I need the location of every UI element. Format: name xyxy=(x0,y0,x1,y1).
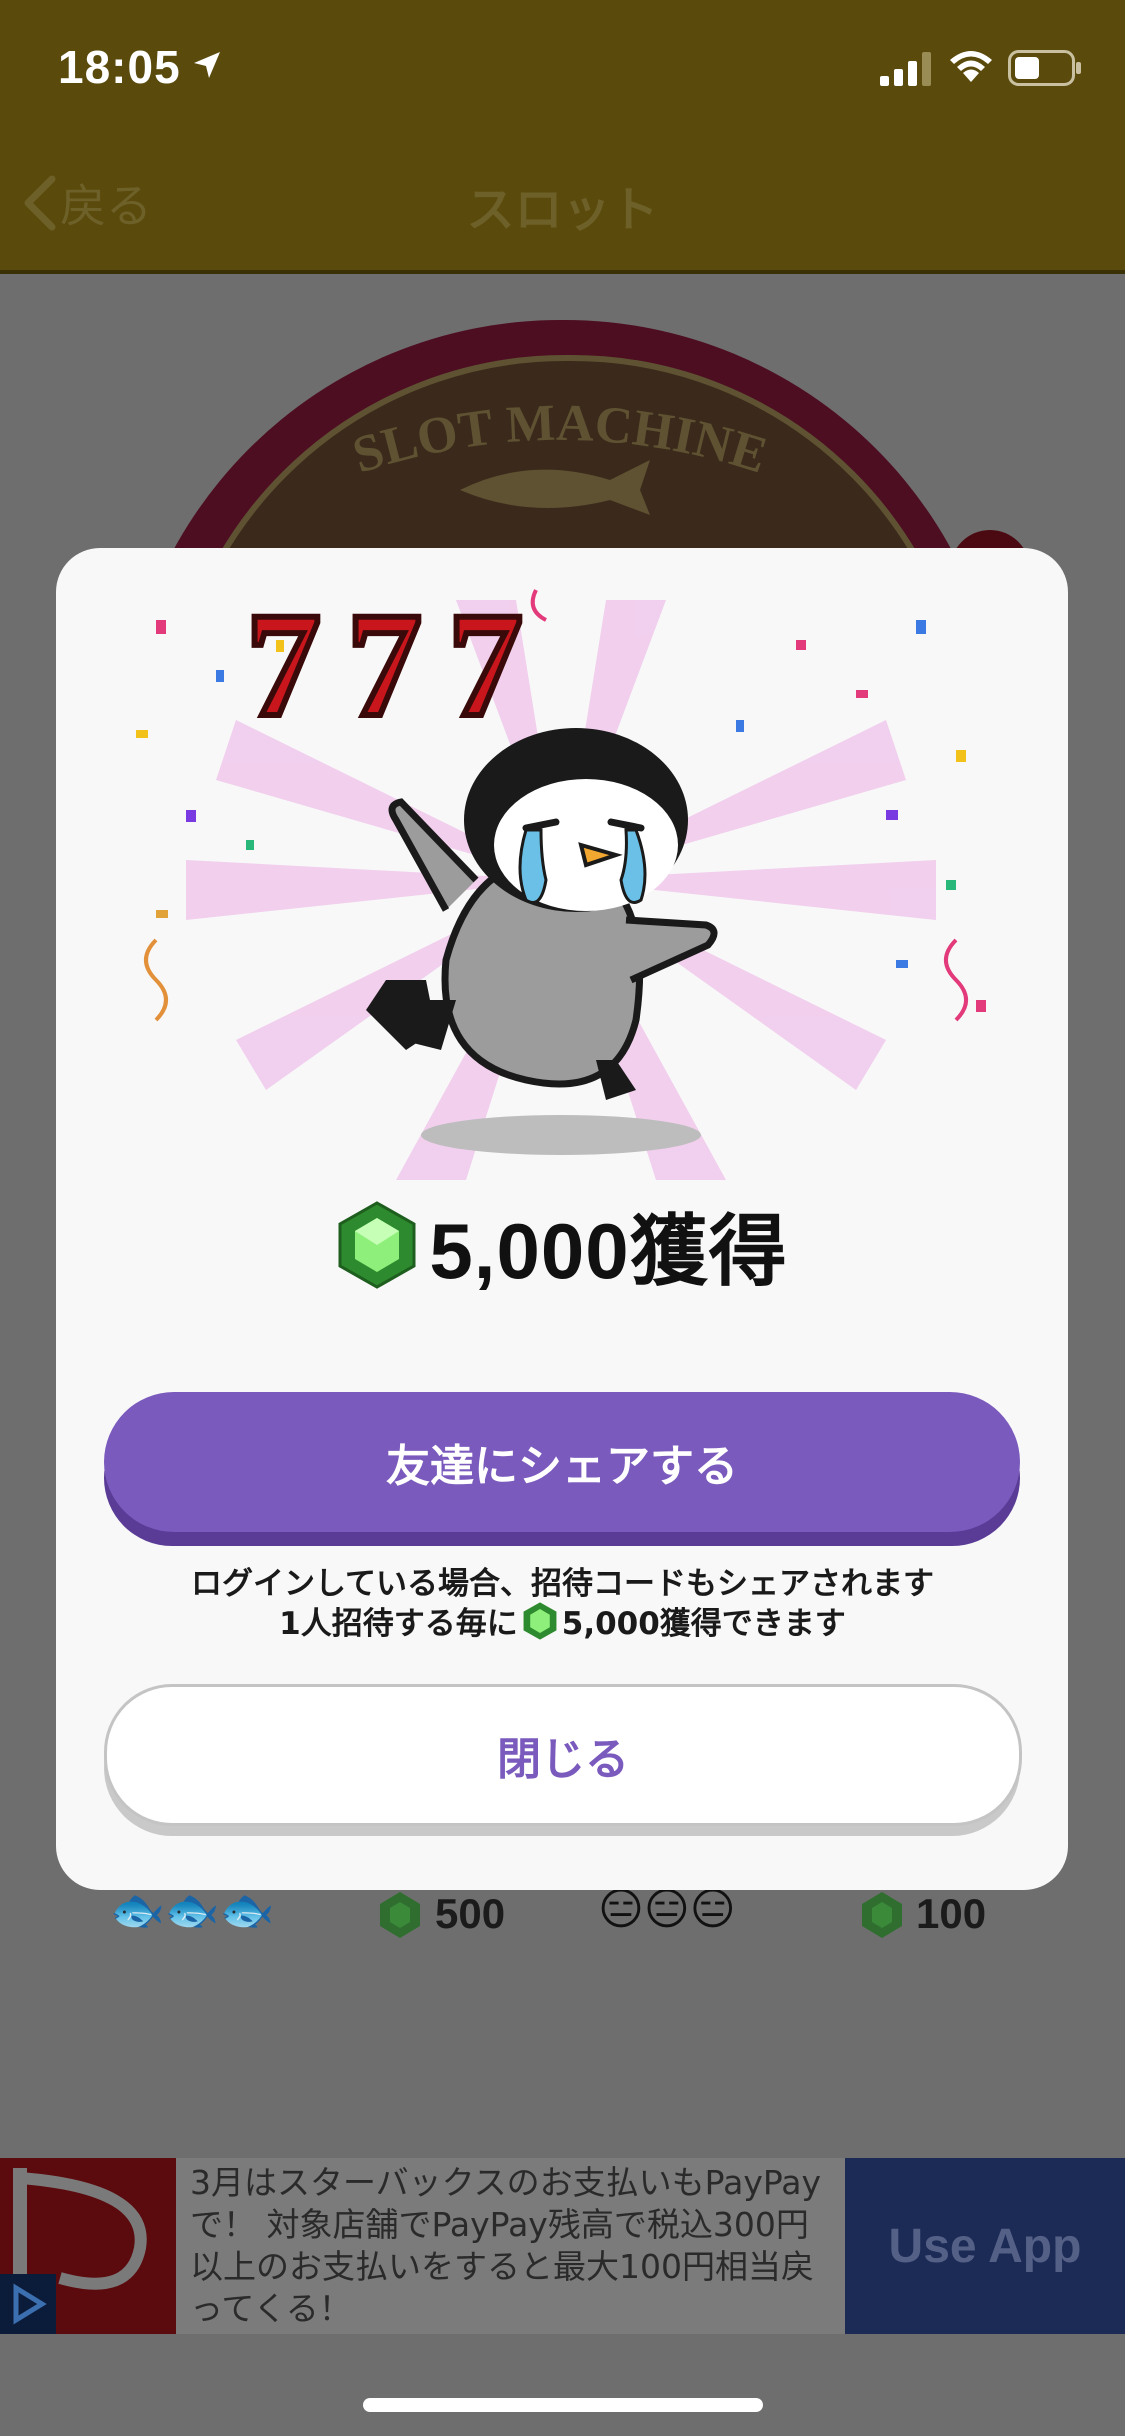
battery-icon xyxy=(1008,50,1081,86)
jackpot-777-text: 777 xyxy=(243,580,549,751)
location-arrow-icon xyxy=(194,52,220,78)
share-note-line2-prefix: 1人招待する毎に xyxy=(279,1606,518,1642)
payout-amount-fish: 500 xyxy=(435,1890,506,1937)
gem-icon xyxy=(380,1892,420,1938)
slot-machine-title: SLOT MACHINE xyxy=(346,395,774,515)
share-button[interactable]: 友達にシェアする xyxy=(104,1392,1020,1532)
payout-amount-penguin: 100 xyxy=(916,1890,987,1937)
cellular-signal-icon xyxy=(880,52,931,86)
status-time: 18:05 xyxy=(58,41,181,93)
share-note-line2: 1人招待する毎に 5,000獲得できます xyxy=(0,1598,1125,1643)
share-note-line1: ログインしている場合、招待コードもシェアされます xyxy=(190,1566,935,1602)
reward-row: 5,000獲得 xyxy=(0,1190,1125,1300)
page-title: スロット xyxy=(466,182,659,238)
ad-text: 3月はスターバックスのお支払いもPayPayで！ 対象店舗でPayPay残高で税… xyxy=(190,2163,822,2328)
reward-text: 5,000獲得 xyxy=(429,1207,788,1295)
close-button[interactable]: 閉じる xyxy=(104,1684,1022,1826)
ad-info-icon[interactable] xyxy=(0,2274,56,2334)
svg-text:777: 777 xyxy=(246,582,549,748)
share-note-line2-suffix: 5,000獲得できます xyxy=(561,1606,846,1642)
jackpot-illustration: 777 xyxy=(136,580,986,1180)
payout-table: 🐟🐟🐟 500 😑😑😑 100 xyxy=(110,1880,1040,1950)
wifi-icon xyxy=(950,51,992,82)
home-indicator[interactable] xyxy=(363,2398,763,2412)
ad-use-app-button[interactable]: Use App xyxy=(845,2158,1125,2334)
gem-icon xyxy=(523,1601,557,1640)
fish-icon: 🐟🐟🐟 xyxy=(110,1885,275,1936)
gem-icon xyxy=(862,1892,902,1938)
gem-icon xyxy=(338,1201,416,1289)
penguin-icon: 😑😑😑 xyxy=(598,1884,736,1935)
